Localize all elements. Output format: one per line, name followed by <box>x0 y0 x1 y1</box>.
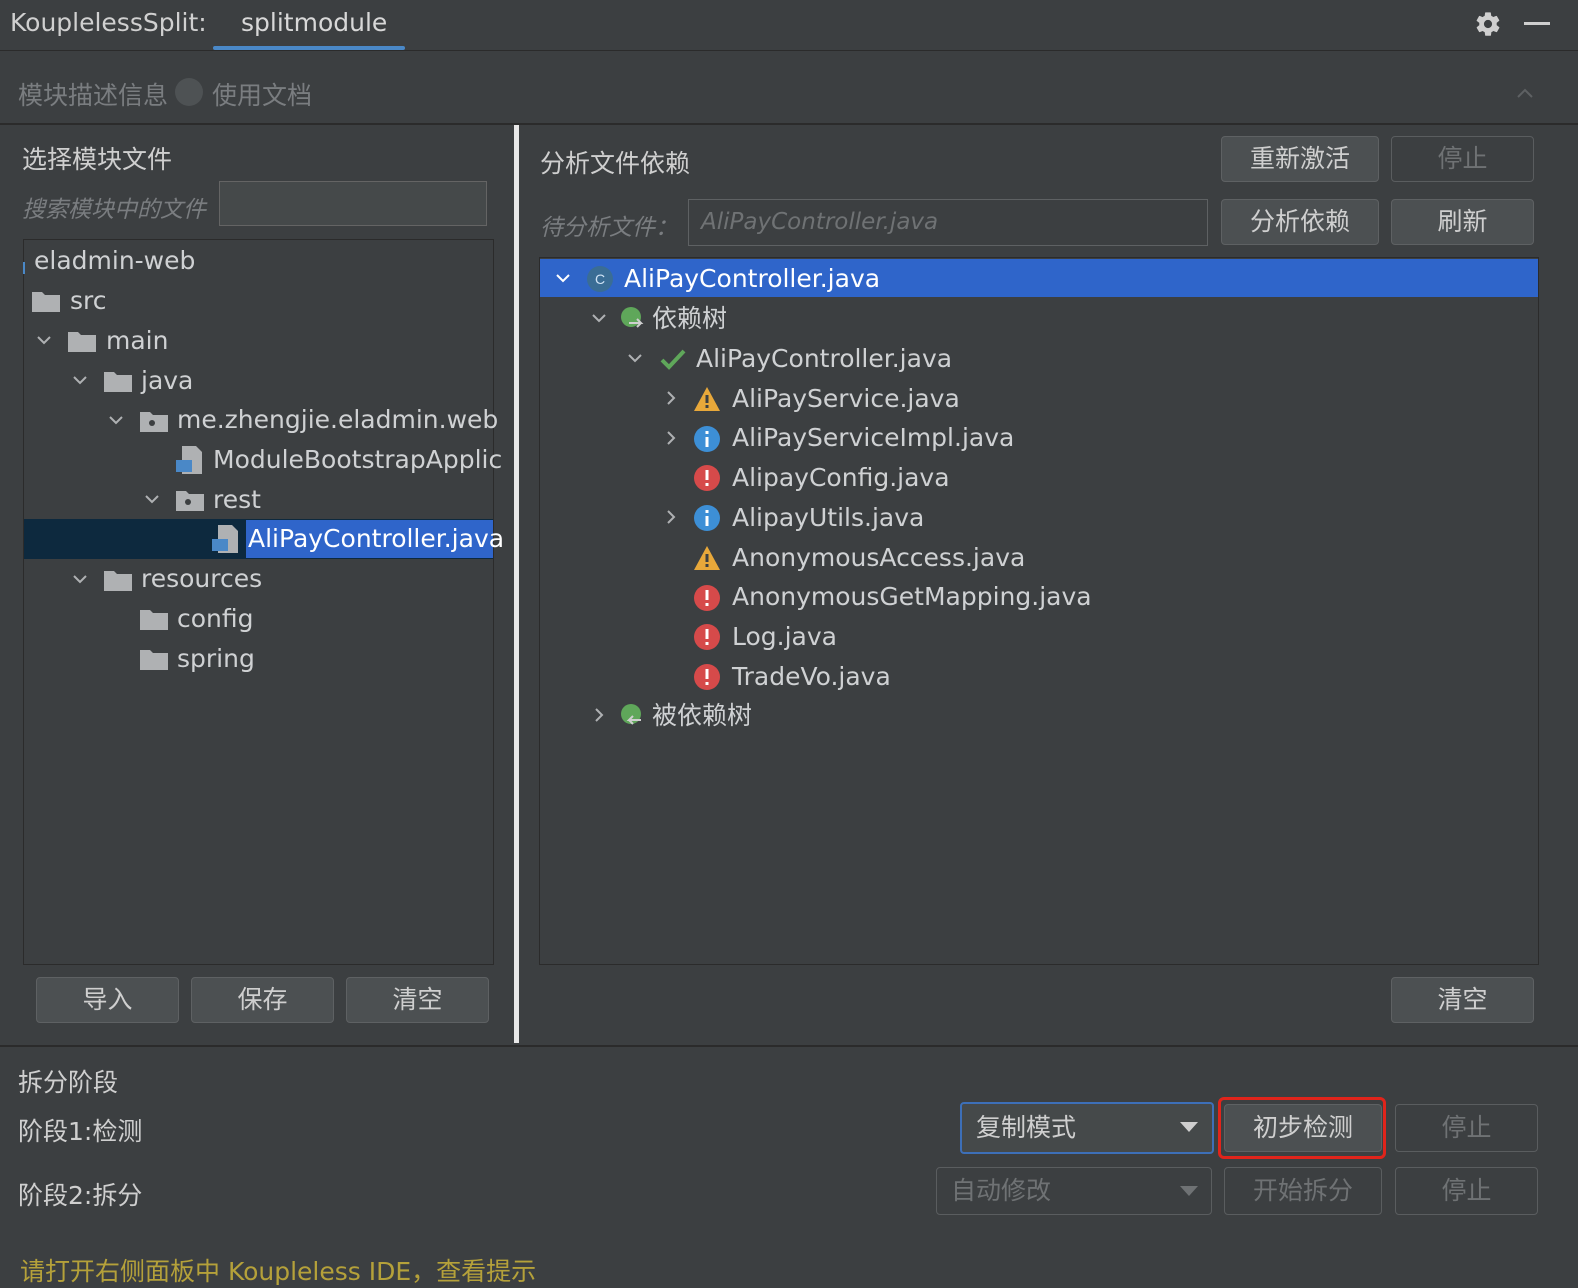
java-file-icon <box>212 525 238 553</box>
clear-right-button[interactable]: 清空 <box>1391 977 1534 1023</box>
tree-item-config[interactable]: config <box>177 599 254 639</box>
chevron-down-icon[interactable] <box>36 332 52 348</box>
stop-split-button[interactable]: 停止 <box>1395 1167 1538 1215</box>
pending-file-input[interactable]: AliPayController.java <box>688 199 1208 246</box>
folder-icon <box>104 571 132 591</box>
dep-tree-node[interactable]: 依赖树 <box>652 299 727 339</box>
copy-mode-value: 复制模式 <box>976 1113 1077 1142</box>
folder-icon <box>32 292 60 312</box>
tree-item-java[interactable]: java <box>141 361 193 401</box>
refresh-button[interactable]: 刷新 <box>1391 199 1534 245</box>
auto-fix-value: 自动修改 <box>951 1176 1052 1205</box>
tree-item-eladmin-web[interactable]: eladmin-web <box>34 241 195 281</box>
warning-icon <box>694 546 720 570</box>
dep-alipay-utils[interactable]: AlipayUtils.java <box>732 498 924 538</box>
tree-item-rest[interactable]: rest <box>213 480 261 520</box>
stop-check-button[interactable]: 停止 <box>1395 1104 1538 1152</box>
error-icon <box>694 624 720 650</box>
usage-doc-link[interactable]: 使用文档 <box>212 76 312 112</box>
save-button[interactable]: 保存 <box>191 977 334 1023</box>
reactivate-button[interactable]: 重新激活 <box>1221 136 1379 182</box>
java-file-icon <box>176 446 202 474</box>
import-button[interactable]: 导入 <box>36 977 179 1023</box>
dep-trade-vo[interactable]: TradeVo.java <box>732 657 891 697</box>
folder-icon <box>140 610 168 630</box>
chevron-right-icon[interactable] <box>591 707 607 723</box>
dep-log[interactable]: Log.java <box>732 617 837 657</box>
dep-alipay-service-impl[interactable]: AliPayServiceImpl.java <box>732 418 1014 458</box>
module-file-title: 选择模块文件 <box>22 145 173 174</box>
info-icon <box>694 426 720 452</box>
dep-anonymous-get-mapping[interactable]: AnonymousGetMapping.java <box>732 577 1092 617</box>
dependency-tree-icon <box>621 704 641 725</box>
warning-icon <box>694 387 720 411</box>
chevron-down-icon[interactable] <box>72 372 88 388</box>
chevron-right-icon[interactable] <box>663 509 679 525</box>
minimize-icon[interactable] <box>1524 22 1550 25</box>
split-stage-title: 拆分阶段 <box>18 1068 119 1097</box>
chevron-down-icon[interactable] <box>627 350 643 366</box>
tree-item-spring[interactable]: spring <box>177 639 255 679</box>
folder-icon <box>68 332 96 352</box>
dropdown-arrow-icon[interactable] <box>1180 1186 1198 1198</box>
stage1-label: 阶段1:检测 <box>18 1117 143 1146</box>
app-title: KouplelessSplit: <box>10 8 207 37</box>
check-icon <box>660 349 686 370</box>
search-label: 搜索模块中的文件 <box>22 197 206 223</box>
info-icon <box>694 505 720 531</box>
error-icon <box>694 664 720 690</box>
panel-splitter[interactable] <box>514 125 519 1043</box>
tree-item-package-web[interactable]: me.zhengjie.eladmin.web <box>177 400 498 440</box>
dependency-tree-icon <box>621 307 644 328</box>
gear-icon[interactable] <box>1474 10 1502 38</box>
chevron-right-icon[interactable] <box>663 430 679 446</box>
dep-anonymous-access[interactable]: AnonymousAccess.java <box>732 538 1025 578</box>
chevron-down-icon[interactable] <box>591 310 607 326</box>
package-icon <box>176 491 204 511</box>
reverse-dep-tree-node[interactable]: 被依赖树 <box>652 696 752 736</box>
tree-caret <box>23 262 25 274</box>
tab-splitmodule-label[interactable]: splitmodule <box>241 8 387 37</box>
tree-item-alipay-controller[interactable]: AliPayController.java <box>248 519 504 559</box>
tree-item-src[interactable]: src <box>70 281 107 321</box>
stage2-label: 阶段2:拆分 <box>18 1181 143 1210</box>
tree-item-module-bootstrap[interactable]: ModuleBootstrapApplic <box>213 440 502 480</box>
highlight-box <box>1218 1097 1386 1159</box>
dep-root-alipay-controller[interactable]: AliPayController.java <box>624 259 880 299</box>
dropdown-arrow-icon[interactable] <box>1180 1122 1198 1134</box>
start-split-button[interactable]: 开始拆分 <box>1224 1167 1382 1215</box>
footer-hint: 请打开右侧面板中 Koupleless IDE，查看提示 <box>20 1257 537 1286</box>
class-icon: C <box>587 266 613 292</box>
chevron-down-icon[interactable] <box>72 571 88 587</box>
chevron-down-icon[interactable] <box>555 270 571 286</box>
chevron-down-icon[interactable] <box>144 491 160 507</box>
error-icon <box>694 585 720 611</box>
active-tab-indicator <box>213 46 405 50</box>
stop-analyze-button[interactable]: 停止 <box>1391 136 1534 182</box>
section-divider <box>0 1045 1578 1047</box>
dep-alipay-config[interactable]: AlipayConfig.java <box>732 458 950 498</box>
clear-left-button[interactable]: 清空 <box>346 977 489 1023</box>
copy-mode-select[interactable]: 复制模式 <box>960 1102 1214 1154</box>
svg-text:C: C <box>595 271 605 287</box>
description-toggle-radio[interactable] <box>175 78 203 106</box>
dep-alipay-service[interactable]: AliPayService.java <box>732 379 960 419</box>
module-description-label[interactable]: 模块描述信息 <box>18 76 168 112</box>
chevron-down-icon[interactable] <box>108 412 124 428</box>
error-icon <box>694 465 720 491</box>
folder-icon <box>140 650 168 670</box>
chevron-up-icon[interactable] <box>1516 84 1534 102</box>
pending-file-label: 待分析文件： <box>540 215 678 241</box>
tree-item-main[interactable]: main <box>106 321 168 361</box>
chevron-right-icon[interactable] <box>663 390 679 406</box>
auto-fix-select[interactable]: 自动修改 <box>936 1167 1212 1215</box>
tree-item-resources[interactable]: resources <box>141 559 262 599</box>
dep-alipay-controller[interactable]: AliPayController.java <box>696 339 952 379</box>
analyze-deps-button[interactable]: 分析依赖 <box>1221 199 1379 245</box>
search-input[interactable] <box>219 181 487 226</box>
package-icon <box>140 412 168 432</box>
analyze-deps-title: 分析文件依赖 <box>540 149 691 178</box>
folder-icon <box>104 372 132 392</box>
